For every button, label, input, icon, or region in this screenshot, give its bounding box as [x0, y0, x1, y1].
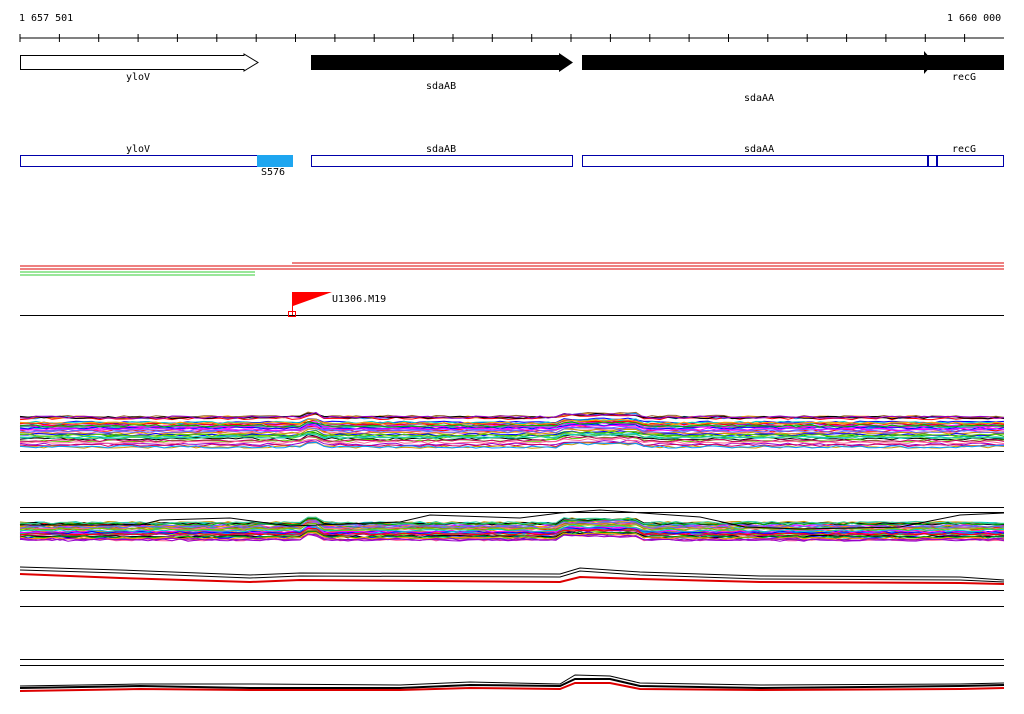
gene-label-ylov: yloV [126, 72, 150, 83]
feature-flag-track: U1306.M19 [20, 292, 1004, 317]
expression-profiles-2 [19, 509, 1005, 542]
gene-arrow-recg[interactable] [924, 51, 1004, 74]
gene-box-sdaaa[interactable] [582, 155, 928, 167]
flag-icon[interactable] [293, 292, 332, 306]
coverage-lines-track [20, 262, 1004, 276]
gene-box-label-ylov: yloV [126, 144, 150, 155]
genome-browser-canvas: yloV sdaAB sdaAA recG yloV sdaAB sdaAA r… [19, 34, 1005, 692]
gene-box-sdaab[interactable] [311, 155, 573, 167]
feature-label: U1306.M19 [332, 294, 386, 305]
gene-label-sdaab: sdaAB [426, 81, 456, 92]
gene-box-small[interactable] [928, 155, 937, 167]
gene-box-recg[interactable] [937, 155, 1004, 167]
gene-box-label-sdaab: sdaAB [426, 144, 456, 155]
gene-box-track: yloV sdaAB sdaAA recG S576 [20, 144, 1004, 178]
segment-label: S576 [261, 167, 285, 178]
gene-box-label-sdaaa: sdaAA [744, 144, 774, 155]
expression-profiles-3 [19, 566, 1005, 585]
expression-profiles-1 [19, 411, 1005, 449]
gene-box-label-recg: recG [952, 144, 976, 155]
gene-arrow-sdaab[interactable] [311, 53, 573, 72]
segment-s576[interactable] [257, 155, 293, 167]
expression-profiles-4 [19, 674, 1005, 692]
gene-label-recg: recG [952, 72, 976, 83]
position-ruler [19, 34, 1004, 42]
gene-box-ylov[interactable] [20, 155, 293, 167]
gene-arrow-ylov[interactable] [20, 53, 259, 72]
gene-label-sdaaa: sdaAA [744, 93, 774, 104]
gene-arrow-sdaaa[interactable] [582, 55, 924, 70]
gene-arrow-track: yloV sdaAB sdaAA recG [20, 51, 1004, 104]
